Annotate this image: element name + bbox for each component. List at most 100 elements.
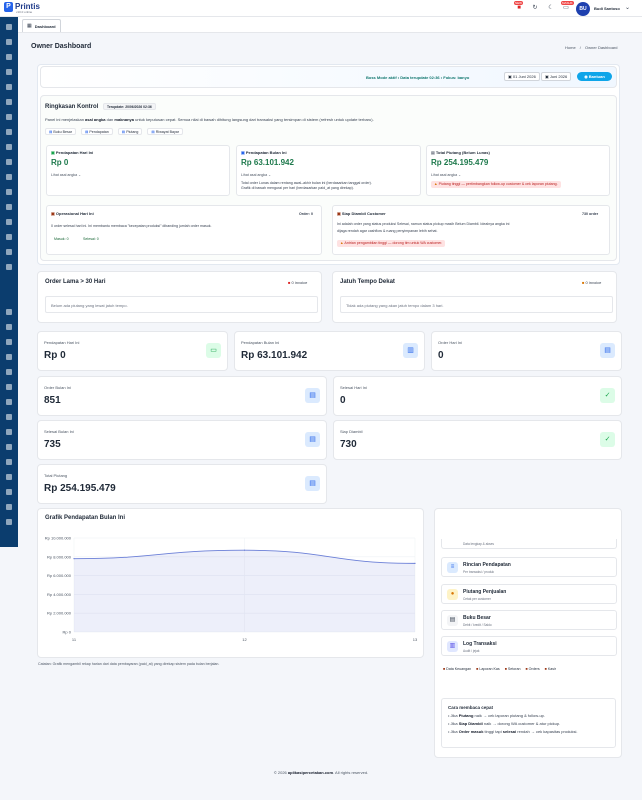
arrow-icon[interactable]: [6, 249, 12, 255]
partial-menu-item[interactable]: Data lengkap & akses: [441, 539, 617, 549]
check-circle-icon: ✓: [600, 388, 615, 403]
lihat-asal-angka-link[interactable]: Lihat asal angka ⌄: [431, 173, 461, 177]
sidebar-icon-29[interactable]: [6, 474, 12, 480]
moon-icon[interactable]: ☾: [547, 4, 555, 12]
gift-icon[interactable]: ■: [515, 4, 523, 12]
link-riwayat-bayar[interactable]: ▤Riwayat Bayar: [147, 128, 183, 135]
card-value: Rp 254.195.479: [431, 158, 489, 167]
grid-icon: ▦: [27, 23, 32, 29]
help-label: Bantuan: [588, 74, 605, 79]
sidebar-icon-30[interactable]: [6, 489, 12, 495]
date-to-input[interactable]: ▣ Juni 2026: [541, 72, 572, 81]
invoice-badge: ■ 0 invoice: [288, 280, 307, 285]
stat-label: Siap Diambil: [340, 429, 363, 434]
sidebar-icon-2[interactable]: [6, 39, 12, 45]
x-tick-label: 12: [242, 637, 247, 642]
chip-laporan-kas[interactable]: ■Laporan Kas: [476, 666, 500, 673]
tab-label: Dashboard: [34, 23, 56, 29]
data-point: [414, 562, 416, 564]
link-label: Riwayat Bayar: [155, 130, 179, 134]
sidebar-icon-15[interactable]: [6, 234, 12, 240]
stat-value: Rp 254.195.479: [44, 483, 116, 494]
chip-data-keuangan[interactable]: ■Data Keuangan: [443, 666, 471, 673]
date-from-input[interactable]: ▣ 01 Juni 2026: [504, 72, 540, 81]
lihat-asal-angka-link[interactable]: Lihat asal angka ⌄: [241, 173, 271, 177]
chart-title: Grafik Pendapatan Bulan Ini: [45, 515, 126, 521]
tips-title: Cara membaca cepat: [448, 705, 494, 710]
breadcrumb-home[interactable]: Home: [565, 45, 576, 50]
quick-chips: ■Data Keuangan ■Laporan Kas ■Setoran ■Or…: [443, 666, 615, 673]
help-button[interactable]: ◉ Bantuan: [577, 72, 612, 81]
menu-piutang-penjualan[interactable]: ● Piutang Penjualan Cetak per customer: [441, 584, 617, 604]
stat-selesai-hari-ini: Selesai Hari Ini 0 ✓: [333, 376, 622, 416]
sidebar-icon-23[interactable]: [6, 384, 12, 390]
cart-icon[interactable]: [6, 69, 12, 75]
menu-log-transaksi[interactable]: ▥ Log Transaksi Audit / jejak: [441, 636, 617, 656]
sidebar-icon-17[interactable]: [6, 264, 12, 270]
badge-text: 0 invoice: [291, 280, 308, 285]
sidebar-icon-13[interactable]: [6, 204, 12, 210]
sidebar-icon-8[interactable]: [6, 129, 12, 135]
menu-buku-besar[interactable]: ▤ Buku Besar Debit / kredit / Saldo: [441, 610, 617, 630]
tip-text: tinggi tapi: [483, 729, 503, 734]
link-buku-besar[interactable]: ▤Buku Besar: [45, 128, 76, 135]
link-piutang[interactable]: ▤Piutang: [117, 128, 143, 135]
chevron-down-icon[interactable]: ⌄: [625, 4, 630, 11]
stat-order-bulan-ini: Order Bulan Ini 851 ▤: [37, 376, 327, 416]
inbox-icon[interactable]: ▭: [562, 4, 570, 12]
card-value: Rp 63.101.942: [241, 158, 294, 167]
chart-caption: Catatan: Grafik mengambil rekap harian d…: [38, 662, 220, 666]
user-name[interactable]: Budi Santoso: [594, 6, 620, 11]
lihat-asal-angka-link[interactable]: Lihat asal angka ⌄: [51, 173, 81, 177]
footer-link[interactable]: aplikasipercetakan.com: [288, 770, 333, 775]
updated-badge: Terupdate: 20/06/2026 02:36: [103, 103, 156, 110]
sidebar-icon-24[interactable]: [6, 399, 12, 405]
sidebar-icon-12[interactable]: [6, 189, 12, 195]
revenue-chart: Rp 0 Rp 2.000.000 Rp 4.000.000 Rp 6.000.000…: [45, 536, 418, 643]
sidebar-icon-22[interactable]: [6, 369, 12, 375]
sidebar-icon-11[interactable]: [6, 174, 12, 180]
breadcrumb: Home / Owner Dashboard: [565, 45, 618, 50]
sidebar-icon-27[interactable]: [6, 444, 12, 450]
tip-text: rendah → cek kapasitas produksi.: [516, 729, 578, 734]
link-label: Buku Besar: [53, 130, 72, 134]
stat-siap-diambil: Siap Diambil 730 ✓: [333, 420, 622, 460]
sidebar-icon-3[interactable]: [6, 54, 12, 60]
sidebar-icon-28[interactable]: [6, 459, 12, 465]
sidebar-icon-21[interactable]: [6, 354, 12, 360]
refresh-icon[interactable]: ↻: [531, 4, 539, 12]
stat-value: Rp 63.101.942: [241, 350, 308, 361]
chip-label: Data Keuangan: [446, 667, 472, 671]
tip-bold: selesai: [502, 729, 517, 734]
desc-part: untuk keputusan cepat. Semua nilai di ba…: [133, 117, 374, 122]
chip-setoran[interactable]: ■Setoran: [505, 666, 521, 673]
ringkasan-description: Panel ini menjelaskan asal angka dan mak…: [45, 117, 374, 122]
sidebar-icon-18[interactable]: [6, 309, 12, 315]
menu-rincian-pendapatan[interactable]: ≡ Rincian Pendapatan Per transaksi / pro…: [441, 557, 617, 577]
user-avatar[interactable]: BU: [576, 2, 590, 16]
sidebar-icon-25[interactable]: [6, 414, 12, 420]
menu-item-sub: Audit / jejak: [463, 649, 480, 653]
document-icon: ▤: [121, 130, 126, 134]
sidebar-icon-26[interactable]: [6, 429, 12, 435]
link-pendapatan[interactable]: ▤Pendapatan: [80, 128, 113, 135]
chip-orders[interactable]: ■Orders: [525, 666, 539, 673]
chevron-down-icon: ⌄: [267, 173, 272, 177]
document-icon[interactable]: [6, 219, 12, 225]
sidebar-icon-9[interactable]: [6, 144, 12, 150]
chip-kasir[interactable]: ■Kasir: [545, 666, 556, 673]
sidebar-icon-5[interactable]: [6, 84, 12, 90]
bar-chart-icon[interactable]: [6, 159, 12, 165]
calendar-icon[interactable]: [6, 114, 12, 120]
sidebar-icon-20[interactable]: [6, 339, 12, 345]
link-label: Piutang: [126, 130, 139, 134]
stat-label: Selesai Hari Ini: [340, 385, 367, 390]
tab-dashboard[interactable]: ▦ Dashboard: [22, 19, 61, 32]
sidebar-icon-32[interactable]: [6, 519, 12, 525]
home-icon[interactable]: [6, 24, 12, 30]
y-tick-label: Rp 4.000.000: [47, 592, 72, 597]
x-tick-label: 13: [413, 637, 418, 642]
sidebar-icon-19[interactable]: [6, 324, 12, 330]
sidebar-icon-31[interactable]: [6, 504, 12, 510]
settings-icon[interactable]: [6, 99, 12, 105]
